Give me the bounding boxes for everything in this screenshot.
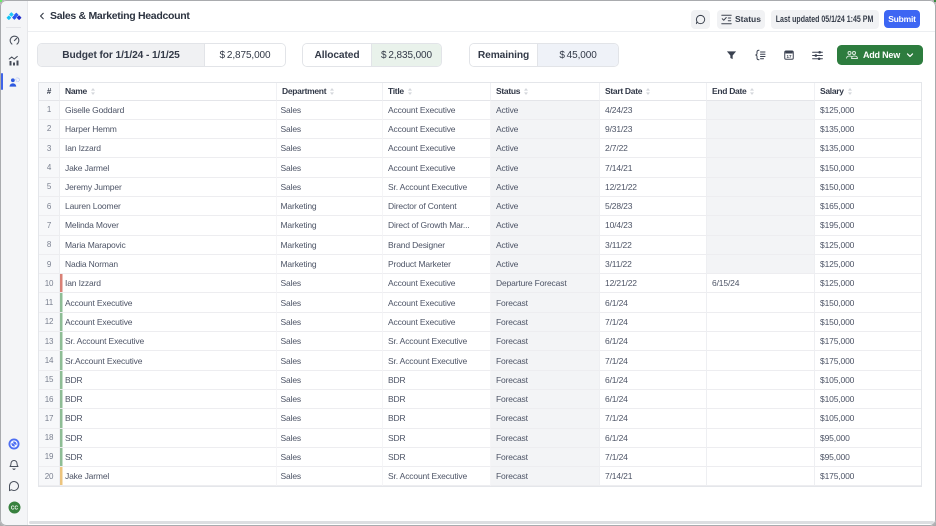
svg-text:CC: CC <box>10 505 18 511</box>
svg-text:17: 17 <box>786 54 792 59</box>
